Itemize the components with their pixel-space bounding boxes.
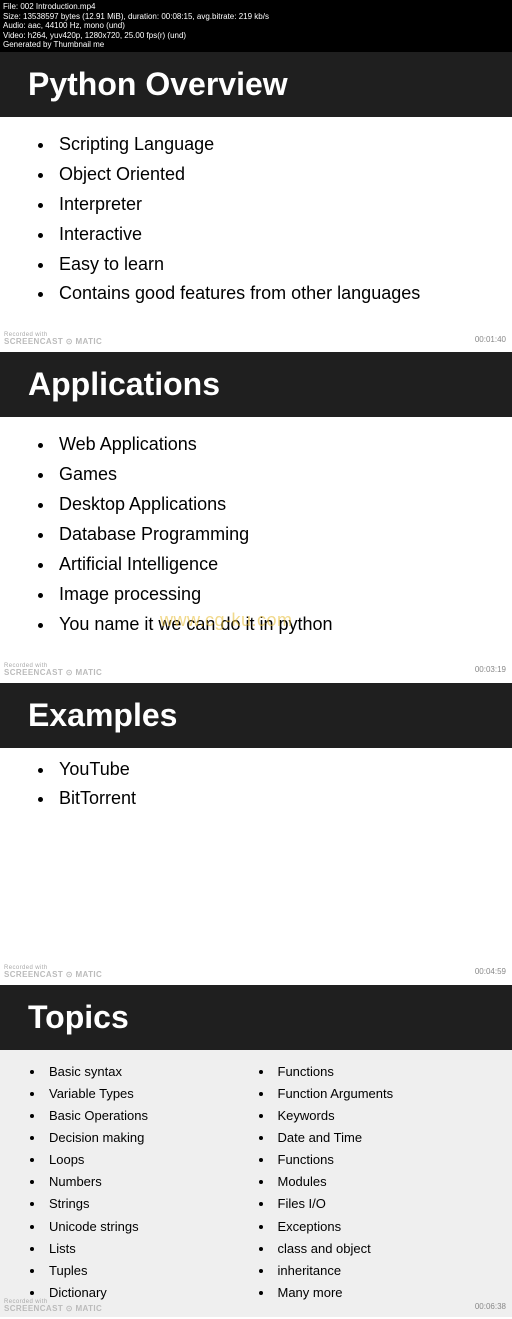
list-item: Function Arguments bbox=[274, 1084, 503, 1104]
meta-header: File: 002 Introduction.mp4 Size: 1353859… bbox=[0, 0, 512, 52]
list-item: Tuples bbox=[45, 1261, 274, 1281]
list-item: Web Applications bbox=[55, 431, 482, 459]
list-item: Decision making bbox=[45, 1128, 274, 1148]
list-item: Basic syntax bbox=[45, 1062, 274, 1082]
watermark: Recorded with SCREENCAST ⊙ MATIC bbox=[4, 332, 102, 346]
list-item: Interpreter bbox=[55, 191, 482, 219]
list-item: Interactive bbox=[55, 221, 482, 249]
list-item: Variable Types bbox=[45, 1084, 274, 1104]
list-item: inheritance bbox=[274, 1261, 503, 1281]
list-item: Exceptions bbox=[274, 1217, 503, 1237]
list-item: Functions bbox=[274, 1150, 503, 1170]
list-item: Artificial Intelligence bbox=[55, 551, 482, 579]
timestamp: 00:06:38 bbox=[475, 1301, 506, 1313]
slide-body: Scripting Language Object Oriented Inter… bbox=[0, 117, 512, 350]
watermark: Recorded with SCREENCAST ⊙ MATIC bbox=[4, 663, 102, 677]
list-item: Scripting Language bbox=[55, 131, 482, 159]
watermark: Recorded with SCREENCAST ⊙ MATIC bbox=[4, 965, 102, 979]
slide-topics: Topics Basic syntax Variable Types Basic… bbox=[0, 985, 512, 1319]
slide-title: Examples bbox=[28, 697, 484, 734]
url-watermark: www.cg-ku.com bbox=[160, 607, 293, 635]
slide-title-bar: Topics bbox=[0, 985, 512, 1050]
list-item: Basic Operations bbox=[45, 1106, 274, 1126]
meta-size: Size: 13538597 bytes (12.91 MiB), durati… bbox=[3, 12, 509, 22]
list-item: Unicode strings bbox=[45, 1217, 274, 1237]
list-item: Object Oriented bbox=[55, 161, 482, 189]
slide-title: Applications bbox=[28, 366, 484, 403]
list-item: Modules bbox=[274, 1172, 503, 1192]
list-item: Desktop Applications bbox=[55, 491, 482, 519]
slide-body: Basic syntax Variable Types Basic Operat… bbox=[0, 1050, 512, 1318]
list-item: Many more bbox=[274, 1283, 503, 1303]
meta-video: Video: h264, yuv420p, 1280x720, 25.00 fp… bbox=[3, 31, 509, 41]
list-item: Database Programming bbox=[55, 521, 482, 549]
list-item: class and object bbox=[274, 1239, 503, 1259]
slide-body: Web Applications Games Desktop Applicati… bbox=[0, 417, 512, 680]
watermark: Recorded with SCREENCAST ⊙ MATIC bbox=[4, 1299, 102, 1313]
topics-left-col: Basic syntax Variable Types Basic Operat… bbox=[45, 1062, 274, 1306]
list-item: Lists bbox=[45, 1239, 274, 1259]
list-item: Date and Time bbox=[274, 1128, 503, 1148]
list-item: Image processing bbox=[55, 581, 482, 609]
list-item: Functions bbox=[274, 1062, 503, 1082]
slide-body: YouTube BitTorrent Recorded with SCREENC… bbox=[0, 748, 512, 983]
slide-examples: Examples YouTube BitTorrent Recorded wit… bbox=[0, 683, 512, 985]
list-item: Loops bbox=[45, 1150, 274, 1170]
list-item: YouTube bbox=[55, 756, 482, 784]
slide-overview: Python Overview Scripting Language Objec… bbox=[0, 52, 512, 352]
timestamp: 00:03:19 bbox=[475, 664, 506, 676]
list-item: Easy to learn bbox=[55, 251, 482, 279]
topics-right-col: Functions Function Arguments Keywords Da… bbox=[274, 1062, 503, 1306]
list-item: BitTorrent bbox=[55, 785, 482, 813]
list-item: Numbers bbox=[45, 1172, 274, 1192]
list-item: Keywords bbox=[274, 1106, 503, 1126]
slide-title-bar: Applications bbox=[0, 352, 512, 417]
meta-gen: Generated by Thumbnail me bbox=[3, 40, 509, 50]
list-item: Contains good features from other langua… bbox=[55, 280, 482, 308]
list-item: Files I/O bbox=[274, 1194, 503, 1214]
slide-title: Python Overview bbox=[28, 66, 484, 103]
slide-title-bar: Python Overview bbox=[0, 52, 512, 117]
timestamp: 00:04:59 bbox=[475, 966, 506, 978]
slide-title-bar: Examples bbox=[0, 683, 512, 748]
timestamp: 00:01:40 bbox=[475, 334, 506, 346]
slide-applications: Applications Web Applications Games Desk… bbox=[0, 352, 512, 682]
slide-title: Topics bbox=[28, 999, 484, 1036]
meta-audio: Audio: aac, 44100 Hz, mono (und) bbox=[3, 21, 509, 31]
list-item: Strings bbox=[45, 1194, 274, 1214]
meta-file: File: 002 Introduction.mp4 bbox=[3, 2, 509, 12]
list-item: Games bbox=[55, 461, 482, 489]
